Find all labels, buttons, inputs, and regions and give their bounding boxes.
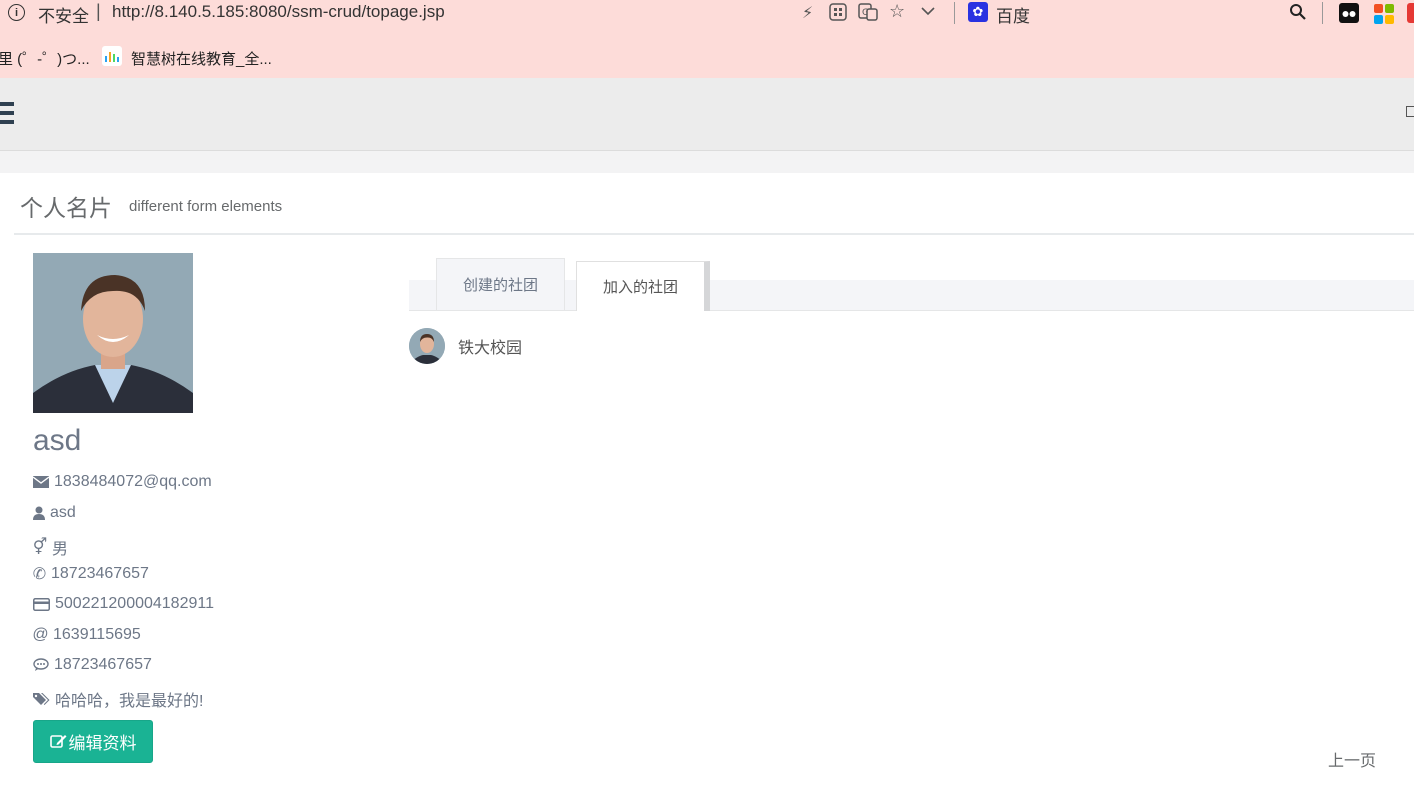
envelope-icon (33, 475, 49, 489)
edit-profile-button[interactable]: 编辑资料 (33, 720, 153, 763)
phone-icon: ✆ (32, 566, 47, 583)
title-divider (14, 233, 1414, 235)
phone-row: ✆ 18723467657 (33, 565, 149, 583)
bookmark-item[interactable]: 智慧树在线教育_全... (131, 48, 272, 69)
insecure-label[interactable]: 不安全 (38, 2, 89, 27)
search-icon[interactable] (1289, 3, 1307, 26)
profile-name: asd (33, 424, 82, 457)
chevron-down-icon[interactable] (920, 3, 936, 24)
translate-icon[interactable]: G (858, 3, 878, 26)
idcard-row: 500221200004182911 (33, 595, 214, 613)
prev-page-link[interactable]: 上一页 (1328, 747, 1376, 771)
bookmark-item[interactable]: 里 (゜-゜)つ... (0, 48, 90, 69)
browser-address-bar: i 不安全 | http://8.140.5.185:8080/ssm-crud… (0, 0, 1414, 36)
divider-icon: | (96, 1, 101, 21)
tab-created-clubs[interactable]: 创建的社团 (436, 258, 565, 310)
gender-icon: ⚥ (32, 539, 48, 556)
wechat-row: 18723467657 (33, 656, 152, 674)
email-row: 1838484072@qq.com (33, 473, 212, 491)
extension-apps-icon[interactable] (1373, 3, 1394, 24)
toolbar-divider (1322, 2, 1323, 24)
at-icon: @ (32, 626, 49, 643)
comment-icon (33, 658, 49, 672)
url-field[interactable]: http://8.140.5.185:8080/ssm-crud/topage.… (112, 2, 445, 22)
tab-joined-clubs[interactable]: 加入的社团 (576, 261, 710, 311)
gender-row: ⚥ 男 (33, 535, 68, 559)
club-avatar (409, 328, 445, 364)
zhihuishu-favicon-icon (102, 46, 122, 66)
user-icon (33, 506, 45, 520)
mail-icon[interactable] (1406, 106, 1414, 117)
wechat-value: 18723467657 (54, 656, 152, 673)
motto-row: 哈哈哈，我是最好的! (33, 687, 203, 711)
edit-icon (49, 734, 67, 749)
search-engine-label[interactable]: 百度 (996, 2, 1030, 27)
page-title: 个人名片 (20, 195, 112, 221)
page-subtitle: different form elements (129, 198, 283, 215)
profile-photo (33, 253, 193, 413)
baidu-paw-icon[interactable]: ✿ (968, 2, 988, 22)
lightning-icon[interactable]: ⚡ (802, 3, 813, 23)
qq-value: 1639115695 (53, 626, 141, 643)
gender-value: 男 (52, 541, 69, 558)
tags-icon (33, 692, 50, 706)
menu-toggle-icon[interactable] (0, 102, 14, 124)
credit-card-icon (33, 597, 50, 611)
extension-red-icon[interactable] (1407, 3, 1414, 23)
phone-value: 18723467657 (51, 565, 149, 582)
star-icon[interactable]: ☆ (889, 1, 905, 22)
header-spacer (0, 151, 1414, 173)
edit-profile-label: 编辑资料 (68, 734, 137, 753)
username-row: asd (33, 504, 76, 522)
motto-value: 哈哈哈，我是最好的! (55, 693, 204, 710)
email-value: 1838484072@qq.com (54, 473, 212, 490)
grid-app-icon[interactable] (829, 3, 847, 26)
list-item[interactable]: 铁大校园 (409, 328, 522, 364)
toolbar-divider (954, 2, 955, 24)
username-value: asd (50, 504, 76, 521)
club-name[interactable]: 铁大校园 (458, 334, 522, 358)
bookmarks-bar: 里 (゜-゜)つ... 智慧树在线教育_全... (0, 36, 1414, 78)
qq-row: @ 1639115695 (32, 626, 141, 644)
idcard-value: 500221200004182911 (55, 595, 214, 612)
app-header (0, 78, 1414, 151)
info-icon[interactable]: i (8, 4, 25, 21)
extension-mask-icon[interactable] (1339, 3, 1359, 23)
